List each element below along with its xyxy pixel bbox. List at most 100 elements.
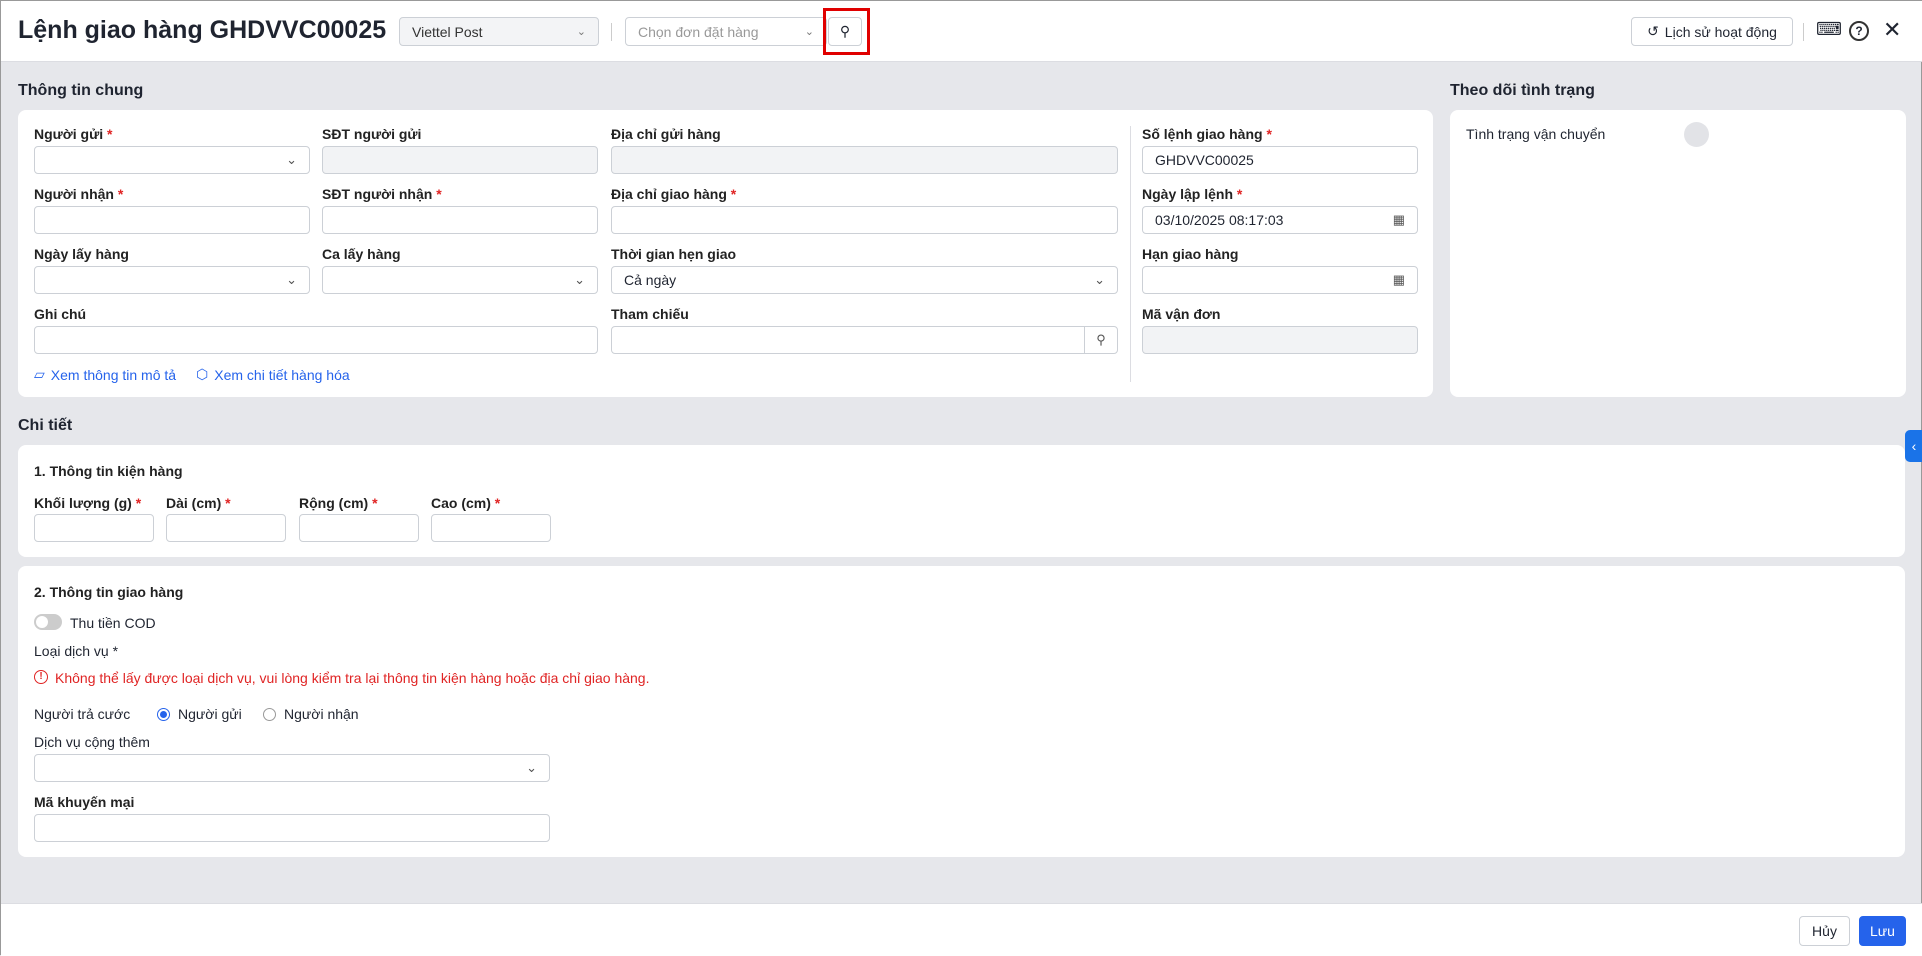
carrier-value: Viettel Post (412, 23, 483, 40)
delivery-time-value: Cả ngày (624, 272, 677, 288)
chevron-down-icon: ⌄ (576, 26, 586, 38)
radio-label: Người gửi (178, 706, 242, 722)
note-label: Ghi chú (34, 306, 87, 322)
order-no-label: Số lệnh giao hàng * (1142, 126, 1272, 142)
radio-unchecked-icon (263, 707, 276, 721)
weight-input[interactable] (34, 514, 154, 542)
extra-service-label: Dịch vụ cộng thêm (34, 734, 150, 750)
header-bar: Lệnh giao hàng GHDVVC00025 Viettel Post ⌄… (1, 1, 1922, 62)
waybill-label: Mã vận đơn (1142, 306, 1221, 322)
divider (1130, 126, 1131, 382)
radio-label: Người nhận (284, 706, 359, 722)
tracking-card: Tình trạng vận chuyển (1450, 110, 1906, 397)
radio-checked-icon (157, 707, 170, 721)
payer-sender-radio[interactable]: Người gửi (157, 706, 242, 722)
delivery-address-label: Địa chỉ giao hàng * (611, 186, 737, 202)
pickup-shift-label: Ca lấy hàng (322, 246, 401, 262)
sender-phone-label: SĐT người gửi (322, 126, 422, 142)
note-icon: ▱ (34, 366, 45, 382)
package-title: 1. Thông tin kiện hàng (34, 463, 183, 479)
sender-select[interactable]: ⌄ (34, 146, 310, 174)
sender-phone-input (322, 146, 598, 174)
error-text: Không thể lấy được loại dịch vụ, vui lòn… (55, 670, 650, 686)
package-card: 1. Thông tin kiện hàng Khối lượng (g) * … (18, 445, 1905, 557)
page-title: Lệnh giao hàng GHDVVC00025 (18, 16, 387, 44)
deadline-input[interactable]: ▦ (1142, 266, 1418, 294)
sender-label: Người gửi * (34, 126, 113, 142)
length-input[interactable] (166, 514, 286, 542)
order-no-value: GHDVVC00025 (1155, 152, 1254, 168)
delivery-card: 2. Thông tin giao hàng Thu tiền COD Loại… (18, 566, 1905, 857)
pickup-date-select[interactable]: ⌄ (34, 266, 310, 294)
delivery-address-input[interactable] (611, 206, 1118, 234)
chevron-left-icon: ‹ (1911, 438, 1917, 454)
help-icon[interactable]: ? (1849, 21, 1869, 41)
error-icon: ! (34, 670, 48, 684)
length-label: Dài (cm) * (166, 495, 231, 511)
link-label: Xem chi tiết hàng hóa (214, 366, 350, 383)
receiver-phone-label: SĐT người nhận * (322, 186, 442, 202)
reference-input[interactable]: ⚲ (611, 326, 1118, 354)
created-date-value: 03/10/2025 08:17:03 (1155, 212, 1284, 228)
activity-history-button[interactable]: ↺ Lịch sử hoạt động (1631, 17, 1793, 46)
created-date-label: Ngày lập lệnh * (1142, 186, 1243, 202)
promo-label: Mã khuyến mại (34, 794, 135, 810)
payer-receiver-radio[interactable]: Người nhận (263, 706, 359, 722)
height-input[interactable] (431, 514, 551, 542)
deadline-label: Hạn giao hàng (1142, 246, 1239, 262)
sender-address-input (611, 146, 1118, 174)
receiver-phone-input[interactable] (322, 206, 598, 234)
chevron-down-icon: ⌄ (526, 760, 537, 775)
created-date-input[interactable]: 03/10/2025 08:17:03 ▦ (1142, 206, 1418, 234)
tracking-section-title: Theo dõi tình trạng (1450, 82, 1595, 99)
chevron-down-icon: ⌄ (804, 26, 814, 38)
order-placeholder: Chọn đơn đặt hàng (638, 23, 759, 40)
view-goods-link[interactable]: ⬡ Xem chi tiết hàng hóa (196, 366, 350, 383)
search-icon[interactable]: ⚲ (1084, 327, 1117, 353)
extra-service-select[interactable]: ⌄ (34, 754, 550, 782)
width-input[interactable] (299, 514, 419, 542)
pickup-shift-select[interactable]: ⌄ (322, 266, 598, 294)
cod-label: Thu tiền COD (70, 615, 156, 631)
delivery-title: 2. Thông tin giao hàng (34, 584, 184, 600)
collapse-panel-tab[interactable]: ‹ (1905, 430, 1922, 462)
order-no-input[interactable]: GHDVVC00025 (1142, 146, 1418, 174)
height-label: Cao (cm) * (431, 495, 501, 511)
sender-address-label: Địa chỉ gửi hàng (611, 126, 721, 142)
link-label: Xem thông tin mô tả (50, 366, 177, 383)
reference-label: Tham chiếu (611, 306, 689, 322)
width-label: Rộng (cm) * (299, 495, 378, 511)
note-input[interactable] (34, 326, 598, 354)
chevron-down-icon: ⌄ (286, 272, 297, 287)
delivery-time-select[interactable]: Cả ngày ⌄ (611, 266, 1118, 294)
service-error-message: ! Không thể lấy được loại dịch vụ, vui lò… (34, 670, 649, 686)
keyboard-icon[interactable]: ⌨ (1816, 19, 1842, 40)
footer-bar: Hủy Lưu (1, 903, 1922, 956)
shipping-status-label: Tình trạng vận chuyển (1466, 126, 1606, 142)
status-indicator (1684, 122, 1709, 147)
calendar-icon: ▦ (1392, 212, 1405, 227)
receiver-input[interactable] (34, 206, 310, 234)
divider (1803, 23, 1804, 41)
cod-toggle[interactable] (34, 614, 62, 630)
box-icon: ⬡ (196, 366, 209, 382)
pickup-date-label: Ngày lấy hàng (34, 246, 129, 262)
view-description-link[interactable]: ▱ Xem thông tin mô tả (34, 366, 176, 383)
save-button[interactable]: Lưu (1859, 916, 1906, 946)
order-select[interactable]: Chọn đơn đặt hàng ⌄ (625, 17, 827, 46)
chevron-down-icon: ⌄ (1094, 272, 1105, 287)
highlight-box (823, 8, 870, 55)
history-icon: ↺ (1647, 23, 1659, 39)
service-type-label: Loại dịch vụ * (34, 643, 119, 659)
carrier-select[interactable]: Viettel Post ⌄ (399, 17, 599, 46)
close-icon[interactable]: ✕ (1883, 17, 1901, 43)
divider (611, 23, 612, 41)
general-section-title: Thông tin chung (18, 82, 144, 99)
delivery-time-label: Thời gian hẹn giao (611, 246, 737, 262)
weight-label: Khối lượng (g) * (34, 495, 142, 511)
chevron-down-icon: ⌄ (574, 272, 585, 287)
promo-input[interactable] (34, 814, 550, 842)
cancel-button[interactable]: Hủy (1799, 916, 1850, 946)
history-label: Lịch sử hoạt động (1664, 23, 1777, 40)
general-card: Người gửi * ⌄ SĐT người gửi Địa chỉ gửi … (18, 110, 1433, 397)
